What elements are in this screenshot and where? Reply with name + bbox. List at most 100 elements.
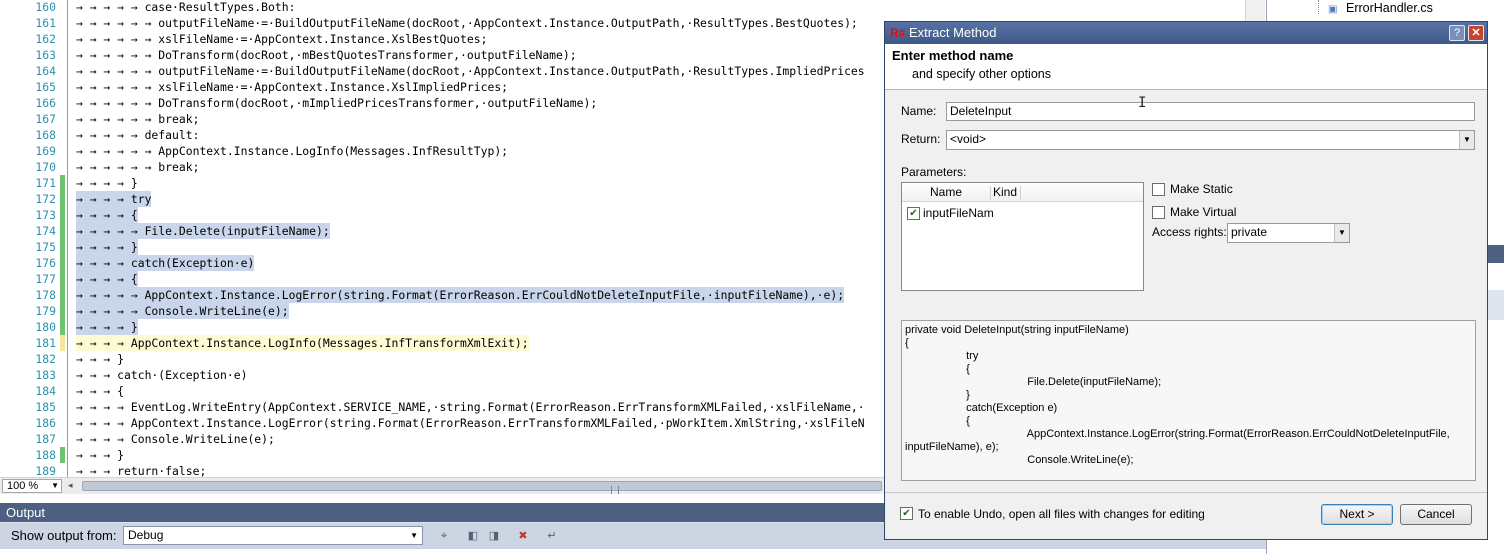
code-text[interactable]: → → → → → default: [76,127,199,143]
change-marker [60,303,65,319]
code-text[interactable]: → → → → → → outputFileName·=·BuildOutput… [76,63,865,79]
code-text[interactable]: → → → → } [76,239,138,255]
code-text[interactable]: → → → } [76,447,124,463]
csharp-file-icon: ▣ [1328,4,1338,15]
word-wrap-icon[interactable]: ↵ [544,528,560,544]
code-text[interactable]: → → → → } [76,319,138,335]
code-line[interactable]: 187 → → → → Console.WriteLine(e); [0,431,884,447]
code-text[interactable]: → → → → → AppContext.Instance.LogError(s… [76,287,845,303]
scrollbar-thumb[interactable] [82,481,882,494]
return-type-select[interactable]: <void> ▼ [946,130,1475,150]
clear-all-icon[interactable]: ✖ [515,528,531,544]
next-message-icon[interactable]: ◨ [486,528,502,544]
code-line[interactable]: 166 → → → → → → DoTransform(docRoot,·mImp… [0,95,884,111]
code-text[interactable]: → → → → → → outputFileName·=·BuildOutput… [76,15,858,31]
code-text[interactable]: → → → → try [76,191,152,207]
next-button[interactable]: Next > [1321,504,1393,525]
code-text[interactable]: → → → → { [76,271,138,287]
zoom-dropdown[interactable]: 100 % ▼ [2,479,62,493]
code-text[interactable]: → → → → → → DoTransform(docRoot,·mImplie… [76,95,597,111]
code-line[interactable]: 188 → → → } [0,447,884,463]
code-line[interactable]: 164 → → → → → → outputFileName·=·BuildOut… [0,63,884,79]
code-line[interactable]: 165 → → → → → → xslFileName·=·AppContext.… [0,79,884,95]
code-text[interactable]: → → → → { [76,207,138,223]
scroll-left-icon[interactable]: ◂ [68,480,73,491]
access-rights-value: private [1231,225,1268,239]
make-static-label: Make Static [1170,182,1233,196]
close-button[interactable]: ✕ [1468,25,1484,41]
code-line[interactable]: 186 → → → → AppContext.Instance.LogError(… [0,415,884,431]
code-text[interactable]: → → → → } [76,175,138,191]
code-line[interactable]: 180 → → → → } [0,319,884,335]
code-line[interactable]: 182 → → → } [0,351,884,367]
dialog-footer: To enable Undo, open all files with chan… [885,492,1487,539]
code-text[interactable]: → → → → Console.WriteLine(e); [76,431,275,447]
chevron-down-icon: ▼ [1459,131,1474,149]
code-text[interactable]: → → → → AppContext.Instance.LogInfo(Mess… [76,335,529,351]
make-virtual-checkbox[interactable] [1152,206,1165,219]
code-text[interactable]: → → → → → → break; [76,159,199,175]
code-line[interactable]: 172 → → → → try [0,191,884,207]
column-header-kind[interactable]: Kind [993,185,1017,199]
code-line[interactable]: 162 → → → → → → xslFileName·=·AppContext.… [0,31,884,47]
code-line[interactable]: 171 → → → → } [0,175,884,191]
column-header-name[interactable]: Name [930,185,962,199]
code-text[interactable]: → → → → → → xslFileName·=·AppContext.Ins… [76,31,487,47]
code-line[interactable]: 170 → → → → → → break; [0,159,884,175]
code-line[interactable]: 175 → → → → } [0,239,884,255]
editor-horizontal-scrollbar[interactable]: 100 % ▼ ◂ [0,477,884,494]
code-text[interactable]: → → → { [76,383,124,399]
code-text[interactable]: → → → → → case·ResultTypes.Both: [76,0,295,15]
cancel-button[interactable]: Cancel [1400,504,1472,525]
outline-line [67,255,68,271]
parameters-list[interactable]: Name Kind inputFileNam [901,182,1144,291]
param-checkbox[interactable] [907,207,920,220]
code-text[interactable]: → → → catch·(Exception·e) [76,367,247,383]
code-text[interactable]: → → → → → Console.WriteLine(e); [76,303,289,319]
code-line[interactable]: 160 → → → → → case·ResultTypes.Both: [0,0,884,15]
code-line[interactable]: 161 → → → → → → outputFileName·=·BuildOut… [0,15,884,31]
code-line[interactable]: 167 → → → → → → break; [0,111,884,127]
make-static-checkbox[interactable] [1152,183,1165,196]
solution-file-item[interactable]: ▣ ErrorHandler.cs [1328,0,1433,16]
code-line[interactable]: 169 → → → → → → AppContext.Instance.LogIn… [0,143,884,159]
change-marker [60,255,65,271]
code-line[interactable]: 177 → → → → { [0,271,884,287]
code-line[interactable]: 183 → → → catch·(Exception·e) [0,367,884,383]
chevron-down-icon: ▼ [51,481,59,490]
param-name[interactable]: inputFileNam [923,206,994,220]
code-line[interactable]: 173 → → → → { [0,207,884,223]
code-text[interactable]: → → → → → → xslFileName·=·AppContext.Ins… [76,79,508,95]
find-message-icon[interactable]: ⌖ [436,528,452,544]
code-text[interactable]: → → → → AppContext.Instance.LogError(str… [76,415,865,431]
method-name-input[interactable]: DeleteInput [946,102,1475,121]
prev-message-icon[interactable]: ◧ [465,528,481,544]
code-line[interactable]: 184 → → → { [0,383,884,399]
access-rights-select[interactable]: private ▼ [1227,223,1350,243]
code-text[interactable]: → → → → EventLog.WriteEntry(AppContext.S… [76,399,865,415]
code-text[interactable]: → → → } [76,351,124,367]
code-line[interactable]: 174 → → → → → File.Delete(inputFileName); [0,223,884,239]
code-line[interactable]: 185 → → → → EventLog.WriteEntry(AppContex… [0,399,884,415]
code-text[interactable]: → → → → → → AppContext.Instance.LogInfo(… [76,143,508,159]
code-text[interactable]: → → → → catch(Exception·e) [76,255,255,271]
code-text[interactable]: → → → → → → DoTransform(docRoot,·mBestQu… [76,47,577,63]
undo-checkbox[interactable] [900,507,913,520]
code-text[interactable]: → → → → → File.Delete(inputFileName); [76,223,330,239]
code-text[interactable]: → → → return·false; [76,463,206,477]
code-text[interactable]: → → → → → → break; [76,111,199,127]
outline-line [67,15,68,31]
line-number: 187 [35,432,56,446]
code-line[interactable]: 179 → → → → → Console.WriteLine(e); [0,303,884,319]
outline-line [67,63,68,79]
code-editor[interactable]: 160 → → → → → case·ResultTypes.Both: 161 → … [0,0,884,477]
code-line[interactable]: 176 → → → → catch(Exception·e) [0,255,884,271]
code-line[interactable]: 181 → → → → AppContext.Instance.LogInfo(M… [0,335,884,351]
code-line[interactable]: 189 → → → return·false; [0,463,884,477]
code-line[interactable]: 163 → → → → → → DoTransform(docRoot,·mBes… [0,47,884,63]
help-button[interactable]: ? [1449,25,1465,41]
output-source-select[interactable]: Debug ▼ [123,526,423,545]
code-line[interactable]: 168 → → → → → default: [0,127,884,143]
code-line[interactable]: 178 → → → → → AppContext.Instance.LogErro… [0,287,884,303]
column-divider [990,186,991,200]
